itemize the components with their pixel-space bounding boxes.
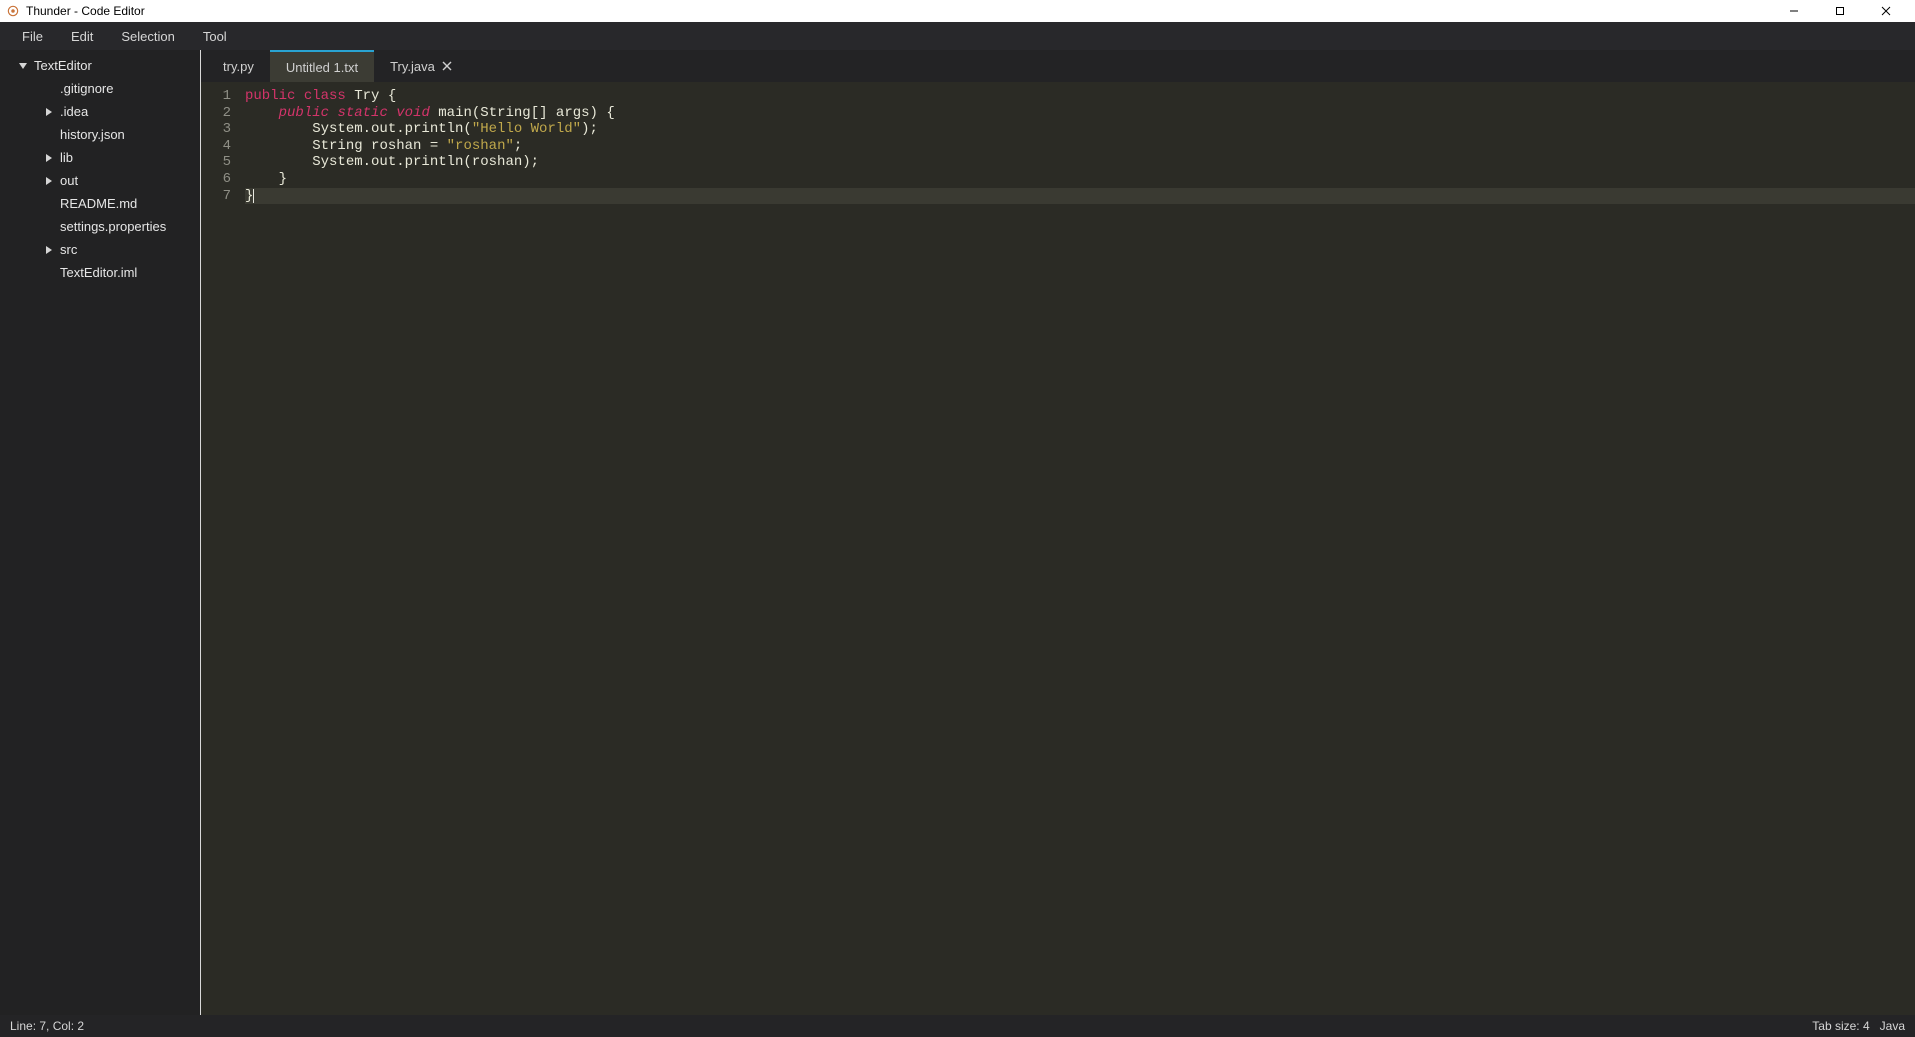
editor-tab-label: try.py	[223, 59, 254, 74]
editor-tab-label: Try.java	[390, 59, 435, 74]
tree-item[interactable]: TextEditor.iml	[0, 261, 200, 284]
close-icon[interactable]	[441, 60, 453, 72]
editor-tab[interactable]: try.py	[207, 50, 270, 82]
statusbar: Line: 7, Col: 2 Tab size: 4 Java	[0, 1015, 1915, 1037]
editor-tab[interactable]: Try.java	[374, 50, 469, 82]
app-icon	[6, 4, 20, 18]
tree-item[interactable]: .idea	[0, 100, 200, 123]
tree-item[interactable]: src	[0, 238, 200, 261]
code-line[interactable]: }	[245, 188, 1915, 205]
project-tree: TextEditor .gitignore .idea history.json	[0, 50, 200, 1015]
editor-tab-label: Untitled 1.txt	[286, 60, 358, 75]
tree-item[interactable]: README.md	[0, 192, 200, 215]
tree-item[interactable]: history.json	[0, 123, 200, 146]
tree-item[interactable]: .gitignore	[0, 77, 200, 100]
tree-item-label: .gitignore	[60, 81, 113, 96]
menu-selection[interactable]: Selection	[107, 22, 188, 50]
menubar: File Edit Selection Tool	[0, 22, 1915, 50]
editor-content[interactable]: public class Try { public static void ma…	[239, 82, 1915, 1015]
code-line[interactable]: public class Try {	[245, 88, 1915, 105]
menu-edit[interactable]: Edit	[57, 22, 107, 50]
tree-root[interactable]: TextEditor	[0, 54, 200, 77]
code-line[interactable]: System.out.println("Hello World");	[245, 121, 1915, 138]
editor-tabbar: try.py Untitled 1.txt Try.java	[201, 50, 1915, 82]
menu-tool[interactable]: Tool	[189, 22, 241, 50]
window-titlebar: Thunder - Code Editor	[0, 0, 1915, 22]
status-language[interactable]: Java	[1880, 1019, 1905, 1033]
tree-item-label: .idea	[60, 104, 88, 119]
window-maximize-button[interactable]	[1817, 0, 1863, 22]
window-minimize-button[interactable]	[1771, 0, 1817, 22]
status-position[interactable]: Line: 7, Col: 2	[10, 1019, 84, 1033]
chevron-right-icon	[42, 174, 56, 188]
menu-file[interactable]: File	[8, 22, 57, 50]
tree-item[interactable]: out	[0, 169, 200, 192]
code-line[interactable]: public static void main(String[] args) {	[245, 105, 1915, 122]
chevron-right-icon	[42, 243, 56, 257]
tree-item-label: settings.properties	[60, 219, 166, 234]
chevron-right-icon	[42, 151, 56, 165]
window-title: Thunder - Code Editor	[26, 4, 145, 18]
editor-tab[interactable]: Untitled 1.txt	[270, 50, 374, 82]
code-line[interactable]: String roshan = "roshan";	[245, 138, 1915, 155]
code-line[interactable]: System.out.println(roshan);	[245, 154, 1915, 171]
chevron-right-icon	[42, 105, 56, 119]
tree-item-label: TextEditor.iml	[60, 265, 137, 280]
tree-item-label: src	[60, 242, 77, 257]
editor-gutter: 1234567	[201, 82, 239, 1015]
status-tabsize[interactable]: Tab size: 4	[1812, 1019, 1869, 1033]
tree-item-label: lib	[60, 150, 73, 165]
chevron-down-icon	[16, 59, 30, 73]
tree-item[interactable]: lib	[0, 146, 200, 169]
code-editor[interactable]: 1234567 public class Try { public static…	[201, 82, 1915, 1015]
tree-item-label: README.md	[60, 196, 137, 211]
code-line[interactable]: }	[245, 171, 1915, 188]
tree-item-label: history.json	[60, 127, 125, 142]
window-close-button[interactable]	[1863, 0, 1909, 22]
tree-root-label: TextEditor	[34, 58, 92, 73]
tree-item[interactable]: settings.properties	[0, 215, 200, 238]
tree-item-label: out	[60, 173, 78, 188]
